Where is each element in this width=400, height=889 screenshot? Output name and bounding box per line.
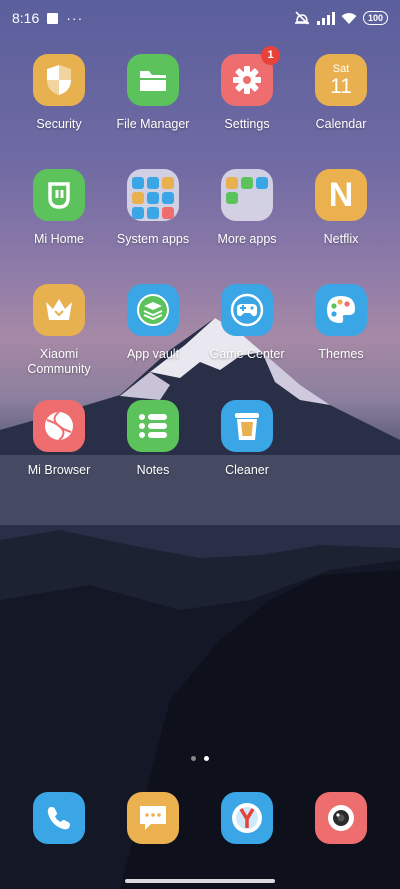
app-settings[interactable]: 1 Settings: [200, 46, 294, 132]
app-cleaner[interactable]: Cleaner: [200, 400, 294, 478]
app-label: Game Center: [209, 347, 285, 361]
page-indicator: [0, 756, 400, 761]
app-label: Security: [36, 117, 82, 131]
app-mi-browser[interactable]: Mi Browser: [12, 400, 106, 478]
gamepad-icon: [221, 284, 273, 336]
app-mi-home[interactable]: Mi Home: [12, 169, 106, 247]
home-indicator[interactable]: [125, 879, 275, 883]
app-calendar[interactable]: Sat 11 Calendar: [294, 54, 388, 132]
yandex-browser-icon: [221, 792, 273, 844]
app-label: Xiaomi Community: [27, 347, 91, 376]
browser-icon: [33, 400, 85, 452]
app-label: Themes: [318, 347, 364, 361]
folder-grid-icon: [221, 169, 273, 221]
app-label: Mi Browser: [27, 463, 91, 477]
wifi-icon: [341, 12, 357, 24]
dock-camera[interactable]: [315, 792, 367, 844]
app-label: File Manager: [116, 117, 190, 131]
mini-app-icon: [226, 192, 238, 204]
list-icon: [127, 400, 179, 452]
app-label: More apps: [217, 232, 277, 246]
phone-icon: [33, 792, 85, 844]
dock-browser[interactable]: [221, 792, 273, 844]
more-notifications-icon: ···: [66, 10, 84, 26]
mi-home-icon: [33, 169, 85, 221]
app-label: Settings: [224, 117, 270, 131]
app-label: Cleaner: [225, 463, 269, 477]
notification-badge: 1: [261, 46, 280, 65]
message-icon: [127, 792, 179, 844]
clock: 8:16: [12, 10, 40, 26]
crown-icon: [33, 284, 85, 336]
netflix-icon: N: [315, 169, 367, 221]
palette-icon: [315, 284, 367, 336]
app-label: Netflix: [323, 232, 359, 246]
dock-phone[interactable]: [33, 792, 85, 844]
page-dot-active[interactable]: [204, 756, 209, 761]
signal-icon: [316, 11, 335, 25]
app-xiaomi-community[interactable]: Xiaomi Community: [12, 284, 106, 377]
app-label: Notes: [136, 463, 170, 477]
status-bar: 8:16 ··· 100: [0, 0, 400, 36]
mini-app-icon: [162, 207, 174, 219]
notification-icon: [47, 12, 59, 24]
mini-app-icon: [226, 177, 238, 189]
folder-grid-icon: [127, 169, 179, 221]
calendar-date: 11: [330, 75, 352, 98]
mini-app-icon: [132, 177, 144, 189]
mini-app-icon: [132, 192, 144, 204]
mini-app-icon: [241, 177, 253, 189]
app-file-manager[interactable]: File Manager: [106, 54, 200, 132]
page-dot[interactable]: [191, 756, 196, 761]
app-security[interactable]: Security: [12, 54, 106, 132]
folder-more-apps[interactable]: More apps: [200, 169, 294, 247]
app-label: Mi Home: [33, 232, 84, 246]
app-netflix[interactable]: N Netflix: [294, 169, 388, 247]
app-label: App vault: [126, 347, 180, 361]
app-notes[interactable]: Notes: [106, 400, 200, 478]
app-themes[interactable]: Themes: [294, 284, 388, 362]
dock-messages[interactable]: [127, 792, 179, 844]
folder-system-apps[interactable]: System apps: [106, 169, 200, 247]
mini-app-icon: [162, 192, 174, 204]
calendar-icon: Sat 11: [315, 54, 367, 106]
camera-icon: [315, 792, 367, 844]
shield-icon: [33, 54, 85, 106]
trash-icon: [221, 400, 273, 452]
app-label: System apps: [116, 232, 190, 246]
netflix-letter: N: [328, 175, 354, 214]
mini-app-icon: [162, 177, 174, 189]
mini-app-icon: [147, 177, 159, 189]
app-label: Calendar: [315, 117, 367, 131]
folder-icon: [127, 54, 179, 106]
app-game-center[interactable]: Game Center: [200, 284, 294, 362]
layers-icon: [127, 284, 179, 336]
mini-app-icon: [132, 207, 144, 219]
mini-app-icon: [256, 177, 268, 189]
mini-app-icon: [147, 207, 159, 219]
calendar-day: Sat: [332, 63, 350, 75]
app-vault[interactable]: App vault: [106, 284, 200, 362]
battery-icon: 100: [362, 11, 388, 25]
mini-app-icon: [147, 192, 159, 204]
alarm-off-icon: [294, 11, 309, 25]
